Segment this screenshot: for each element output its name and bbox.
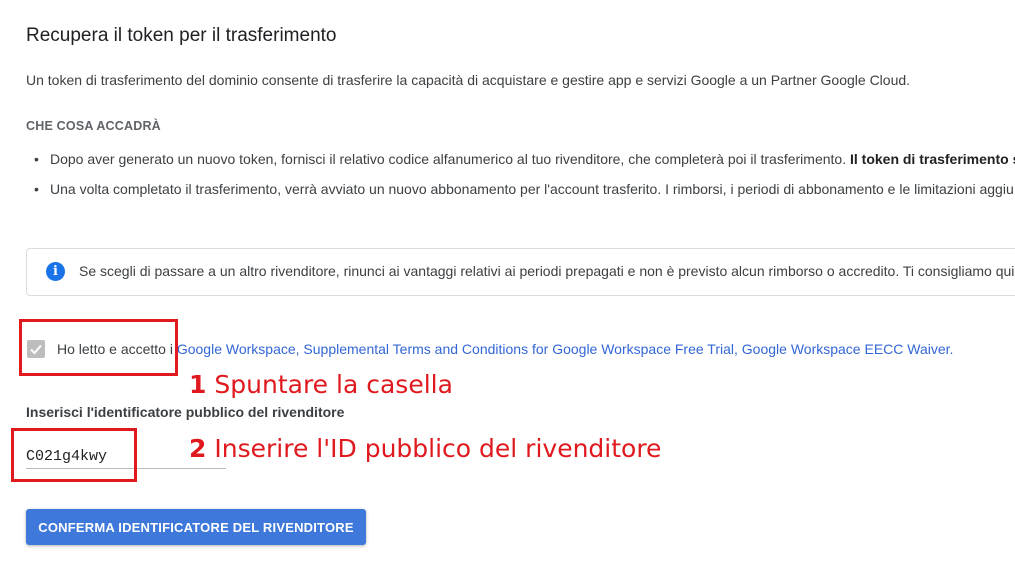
terms-links[interactable]: Google Workspace, Supplemental Terms and… — [177, 341, 954, 357]
highlight-box-checkbox — [19, 319, 178, 376]
bullet-text: Dopo aver generato un nuovo token, forni… — [50, 151, 850, 167]
annotation-number: 1 — [189, 370, 207, 399]
highlight-box-input — [11, 428, 137, 482]
bullet-bold-text: Il token di trasferimento sc — [849, 151, 1015, 167]
confirm-reseller-button[interactable]: CONFERMA IDENTIFICATORE DEL RIVENDITORE — [26, 509, 366, 545]
annotation-step-2: 2 Inserire l'ID pubblico del rivenditore — [189, 434, 661, 463]
annotation-text: Spuntare la casella — [214, 370, 453, 399]
info-icon: i — [46, 262, 65, 281]
bullet-dot: • — [34, 181, 39, 197]
terms-label: Ho letto e accetto i Google Workspace, S… — [57, 341, 953, 357]
info-notice: i Se scegli di passare a un altro rivend… — [26, 248, 1015, 296]
page-title: Recupera il token per il trasferimento — [26, 25, 337, 46]
bullet-dot: • — [34, 151, 39, 167]
info-notice-text: Se scegli di passare a un altro rivendit… — [79, 263, 1015, 279]
section-heading: CHE COSA ACCADRÀ — [26, 119, 161, 133]
annotation-text: Inserire l'ID pubblico del rivenditore — [214, 434, 662, 463]
transfer-token-page: Recupera il token per il trasferimento U… — [0, 0, 1015, 573]
bullet-text: Una volta completato il trasferimento, v… — [50, 181, 1014, 197]
annotation-number: 2 — [189, 434, 207, 463]
reseller-id-label: Inserisci l'identificatore pubblico del … — [26, 404, 345, 420]
intro-text: Un token di trasferimento del dominio co… — [26, 72, 911, 88]
annotation-step-1: 1 Spuntare la casella — [189, 370, 453, 399]
list-item: • Una volta completato il trasferimento, … — [34, 181, 1014, 197]
list-item: • Dopo aver generato un nuovo token, forn… — [34, 151, 1015, 167]
